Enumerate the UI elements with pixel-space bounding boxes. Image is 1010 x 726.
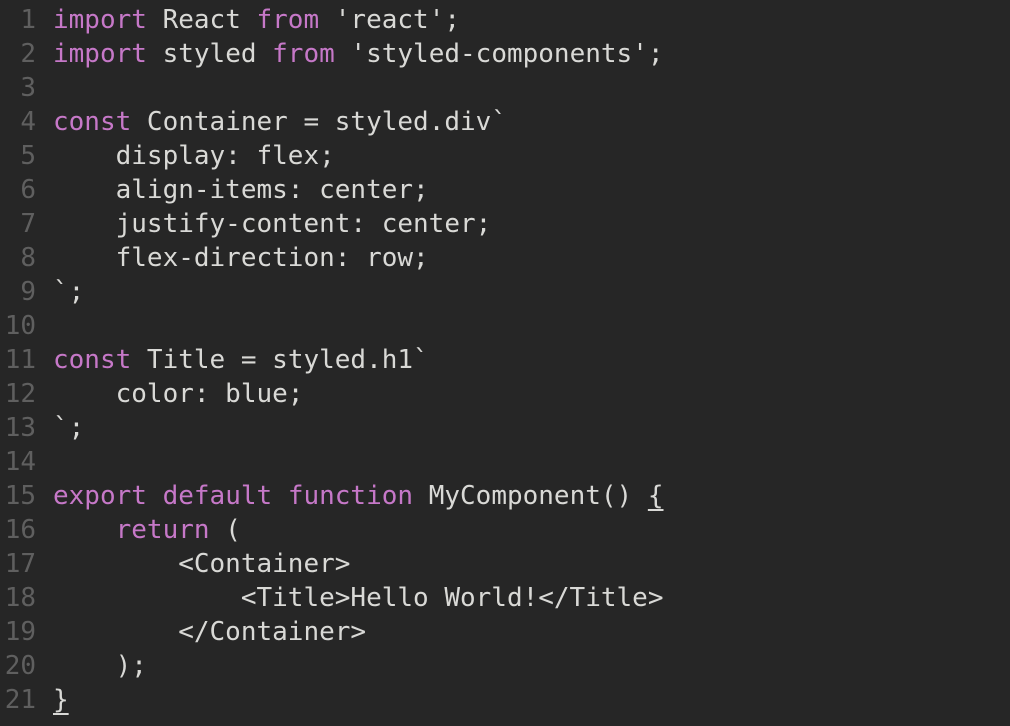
keyword-token: import	[53, 39, 147, 69]
code-text: return (	[53, 513, 241, 547]
line-number: 3	[20, 73, 36, 103]
code-text: import React from 'react';	[53, 3, 460, 37]
keyword-token: function	[287, 481, 414, 511]
code-line[interactable]: 4 const Container = styled.div`	[0, 105, 1010, 139]
code-text: <Title>Hello World!</Title>	[53, 581, 664, 615]
line-number: 6	[20, 175, 36, 205]
code-token: React	[146, 5, 257, 35]
line-number: 14	[4, 447, 36, 477]
line-number: 21	[4, 685, 36, 715]
line-number: 20	[4, 651, 36, 681]
keyword-token: import	[53, 5, 147, 35]
code-text: <Container>	[53, 547, 350, 581]
code-line[interactable]: 21}	[0, 683, 1010, 717]
line-number: 12	[4, 379, 36, 409]
code-token: </Container>	[53, 617, 367, 647]
code-token: align-items: center;	[53, 175, 429, 205]
keyword-token: const	[53, 107, 132, 137]
line-number: 2	[20, 39, 36, 69]
line-number: 11	[4, 345, 36, 375]
code-text: );	[53, 649, 147, 683]
code-token: (	[209, 515, 241, 545]
code-text: </Container>	[53, 615, 366, 649]
keyword-token: export	[53, 481, 147, 511]
code-token: color: blue;	[53, 379, 304, 409]
code-line[interactable]: 1 import React from 'react';	[0, 3, 1010, 37]
keyword-token: const	[53, 345, 132, 375]
line-number: 9	[20, 277, 36, 307]
line-number: 19	[4, 617, 36, 647]
code-token: `;	[53, 277, 85, 307]
code-token: display: flex;	[53, 141, 335, 171]
code-token: justify-content: center;	[53, 209, 492, 239]
code-token: );	[53, 651, 147, 681]
code-line[interactable]: 16 return (	[0, 513, 1010, 547]
line-number: 13	[4, 413, 36, 443]
code-line[interactable]: 2 import styled from 'styled-components';	[0, 37, 1010, 71]
keyword-token: default	[162, 481, 273, 511]
code-text: justify-content: center;	[53, 207, 492, 241]
code-text: `;	[53, 275, 84, 309]
code-line[interactable]: 3	[0, 71, 1010, 105]
code-line[interactable]: 19 </Container>	[0, 615, 1010, 649]
code-token: <Title>Hello World!</Title>	[53, 583, 664, 613]
code-text: const Container = styled.div`	[53, 105, 507, 139]
line-number: 4	[20, 107, 36, 137]
code-text: align-items: center;	[53, 173, 429, 207]
line-number: 16	[4, 515, 36, 545]
code-line[interactable]: 8 flex-direction: row;	[0, 241, 1010, 275]
code-token: `;	[53, 413, 85, 443]
line-number: 7	[20, 209, 36, 239]
code-text: import styled from 'styled-components';	[53, 37, 664, 71]
code-line[interactable]: 5 display: flex;	[0, 139, 1010, 173]
code-line[interactable]: 11 const Title = styled.h1`	[0, 343, 1010, 377]
line-number: 18	[4, 583, 36, 613]
code-text: const Title = styled.h1`	[53, 343, 429, 377]
keyword-token: from	[272, 39, 335, 69]
code-line[interactable]: 20 );	[0, 649, 1010, 683]
code-token: Title = styled.h1`	[131, 345, 429, 375]
keyword-token: return	[115, 515, 210, 545]
code-text: color: blue;	[53, 377, 304, 411]
line-number: 10	[4, 311, 36, 341]
line-number: 8	[20, 243, 36, 273]
line-number: 1	[20, 5, 36, 35]
code-token: {	[647, 481, 664, 511]
code-line[interactable]: 17 <Container>	[0, 547, 1010, 581]
code-line[interactable]: 14	[0, 445, 1010, 479]
line-number: 15	[4, 481, 36, 511]
code-line[interactable]: 18 <Title>Hello World!</Title>	[0, 581, 1010, 615]
code-text: flex-direction: row;	[53, 241, 429, 275]
code-token: }	[53, 685, 69, 715]
line-number: 5	[20, 141, 36, 171]
code-token: 'react';	[319, 5, 461, 35]
code-token: flex-direction: row;	[53, 243, 429, 273]
line-number: 17	[4, 549, 36, 579]
code-text: }	[53, 683, 69, 717]
code-line[interactable]: 12 color: blue;	[0, 377, 1010, 411]
code-text: `;	[53, 411, 84, 445]
code-line[interactable]: 15 export default function MyComponent() …	[0, 479, 1010, 513]
code-token: MyComponent()	[413, 481, 648, 511]
code-line[interactable]: 13 `;	[0, 411, 1010, 445]
code-text: display: flex;	[53, 139, 335, 173]
code-token: 'styled-components';	[334, 39, 664, 69]
code-line[interactable]: 6 align-items: center;	[0, 173, 1010, 207]
code-token: Container = styled.div`	[131, 107, 507, 137]
code-editor[interactable]: 1 import React from 'react'; 2 import style…	[0, 0, 1010, 726]
code-line[interactable]: 10	[0, 309, 1010, 343]
keyword-token: from	[256, 5, 320, 35]
code-text: export default function MyComponent() {	[53, 479, 664, 513]
code-line[interactable]: 9 `;	[0, 275, 1010, 309]
code-line[interactable]: 7 justify-content: center;	[0, 207, 1010, 241]
code-token: styled	[146, 39, 273, 69]
code-token: <Container>	[53, 549, 351, 579]
